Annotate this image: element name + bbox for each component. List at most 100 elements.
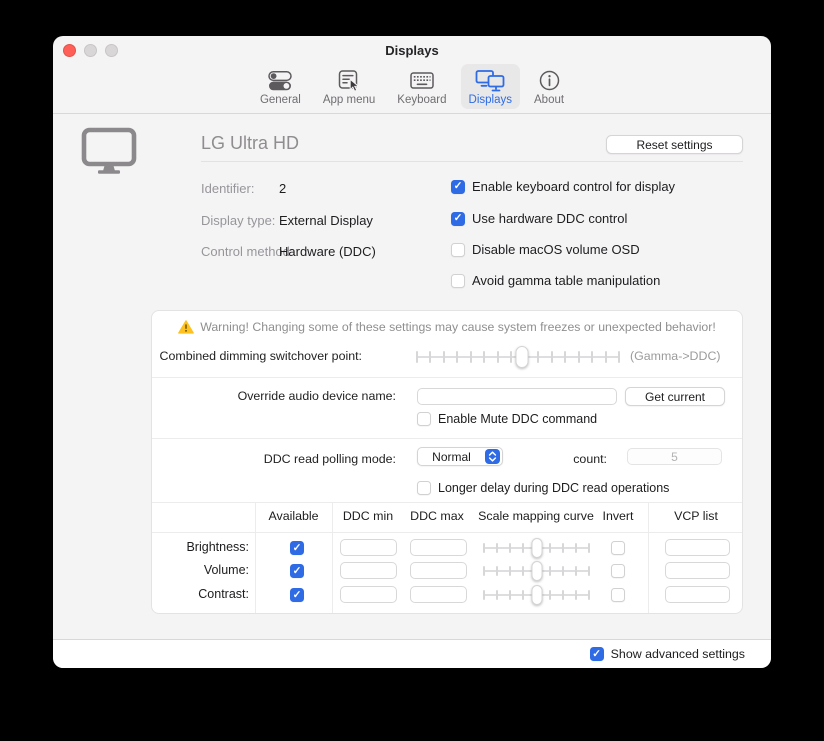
section-divider — [152, 438, 742, 439]
title-bar: Displays — [53, 36, 771, 66]
tab-about[interactable]: About — [526, 64, 572, 109]
identifier-value: 2 — [279, 181, 286, 196]
toggles-icon — [267, 68, 293, 93]
monitor-icon — [81, 127, 137, 175]
table-vertical-divider — [255, 502, 256, 613]
checkbox-label: Enable Mute DDC command — [438, 412, 597, 426]
tab-displays-label: Displays — [469, 94, 512, 106]
table-top-divider — [152, 502, 742, 503]
dimming-switchover-suffix: (Gamma->DDC) — [630, 349, 721, 363]
info-icon — [538, 68, 561, 93]
checkbox-box[interactable] — [451, 212, 465, 226]
col-header-ddc-min: DDC min — [332, 509, 404, 523]
col-header-scale-mapping: Scale mapping curve — [472, 509, 600, 523]
tab-displays[interactable]: Displays — [461, 64, 520, 109]
tab-keyboard[interactable]: Keyboard — [389, 64, 454, 109]
row-label-brightness: Brightness: — [152, 540, 249, 554]
advanced-settings-panel: Warning! Changing some of these settings… — [151, 310, 743, 614]
contrast-ddc-max-input[interactable] — [410, 586, 467, 603]
menu-cursor-icon — [337, 68, 361, 93]
contrast-vcp-input[interactable] — [665, 586, 730, 603]
header-divider — [201, 161, 743, 162]
contrast-available-checkbox[interactable] — [290, 588, 304, 602]
checkbox-avoid-gamma[interactable]: Avoid gamma table manipulation — [451, 273, 660, 288]
audio-name-input[interactable] — [417, 388, 617, 405]
stepper-icon — [485, 449, 500, 464]
tab-general[interactable]: General — [252, 64, 309, 109]
contrast-ddc-min-input[interactable] — [340, 586, 397, 603]
table-vertical-divider — [332, 502, 333, 613]
checkbox-show-advanced[interactable]: Show advanced settings — [590, 647, 745, 661]
brightness-ddc-max-input[interactable] — [410, 539, 467, 556]
checkbox-disable-volume-osd[interactable]: Disable macOS volume OSD — [451, 242, 640, 257]
checkbox-enable-keyboard-control[interactable]: Enable keyboard control for display — [451, 179, 675, 194]
checkbox-label: Avoid gamma table manipulation — [472, 273, 660, 288]
volume-invert-checkbox[interactable] — [611, 564, 625, 578]
col-header-vcp-list: VCP list — [648, 509, 744, 523]
keyboard-icon — [409, 68, 435, 93]
display-type-label: Display type: — [201, 213, 275, 228]
window-title: Displays — [53, 36, 771, 66]
checkbox-box[interactable] — [451, 274, 465, 288]
volume-ddc-max-input[interactable] — [410, 562, 467, 579]
warning-row: Warning! Changing some of these settings… — [152, 320, 742, 334]
volume-vcp-input[interactable] — [665, 562, 730, 579]
checkbox-label: Longer delay during DDC read operations — [438, 481, 669, 495]
reset-settings-button[interactable]: Reset settings — [606, 135, 743, 154]
section-divider — [152, 377, 742, 378]
dimming-switchover-slider[interactable] — [417, 347, 619, 367]
warning-icon — [178, 320, 194, 334]
polling-mode-value: Normal — [418, 450, 485, 464]
preferences-toolbar: General App menu — [53, 64, 771, 113]
table-header-divider — [152, 532, 742, 533]
checkbox-label: Enable keyboard control for display — [472, 179, 675, 194]
polling-mode-label: DDC read polling mode: — [152, 452, 396, 466]
footer-bar: Show advanced settings — [53, 639, 771, 668]
table-vertical-divider — [648, 502, 649, 613]
tab-app-menu-label: App menu — [323, 94, 375, 106]
checkbox-label: Disable macOS volume OSD — [472, 242, 640, 257]
tab-general-label: General — [260, 94, 301, 106]
tab-about-label: About — [534, 94, 564, 106]
count-input — [627, 448, 722, 465]
brightness-available-checkbox[interactable] — [290, 541, 304, 555]
checkbox-longer-delay[interactable]: Longer delay during DDC read operations — [417, 481, 669, 495]
tab-app-menu[interactable]: App menu — [315, 64, 383, 109]
checkbox-box[interactable] — [417, 481, 431, 495]
display-name: LG Ultra HD — [201, 133, 299, 154]
count-label: count: — [532, 452, 607, 466]
checkbox-box[interactable] — [417, 412, 431, 426]
polling-mode-select[interactable]: Normal — [417, 447, 503, 466]
volume-available-checkbox[interactable] — [290, 564, 304, 578]
brightness-curve-slider[interactable] — [484, 540, 589, 556]
brightness-ddc-min-input[interactable] — [340, 539, 397, 556]
checkbox-enable-mute-ddc[interactable]: Enable Mute DDC command — [417, 412, 597, 426]
checkbox-box[interactable] — [451, 180, 465, 194]
row-label-volume: Volume: — [152, 563, 249, 577]
volume-ddc-min-input[interactable] — [340, 562, 397, 579]
volume-curve-slider[interactable] — [484, 563, 589, 579]
row-label-contrast: Contrast: — [152, 587, 249, 601]
settings-window: Displays General — [53, 36, 771, 668]
checkbox-box[interactable] — [451, 243, 465, 257]
checkbox-label: Show advanced settings — [611, 647, 745, 661]
checkbox-use-hardware-ddc[interactable]: Use hardware DDC control — [451, 211, 627, 226]
tab-keyboard-label: Keyboard — [397, 94, 446, 106]
audio-name-label: Override audio device name: — [152, 389, 396, 403]
display-type-value: External Display — [279, 213, 373, 228]
col-header-available: Available — [255, 509, 332, 523]
warning-text: Warning! Changing some of these settings… — [200, 320, 716, 334]
brightness-invert-checkbox[interactable] — [611, 541, 625, 555]
control-method-value: Hardware (DDC) — [279, 244, 376, 259]
displays-icon — [475, 68, 506, 93]
dimming-switchover-label: Combined dimming switchover point: — [152, 349, 362, 363]
contrast-curve-slider[interactable] — [484, 587, 589, 603]
col-header-ddc-max: DDC max — [404, 509, 470, 523]
checkbox-label: Use hardware DDC control — [472, 211, 627, 226]
brightness-vcp-input[interactable] — [665, 539, 730, 556]
contrast-invert-checkbox[interactable] — [611, 588, 625, 602]
get-current-button[interactable]: Get current — [625, 387, 725, 406]
col-header-invert: Invert — [592, 509, 644, 523]
identifier-label: Identifier: — [201, 181, 254, 196]
checkbox-box[interactable] — [590, 647, 604, 661]
